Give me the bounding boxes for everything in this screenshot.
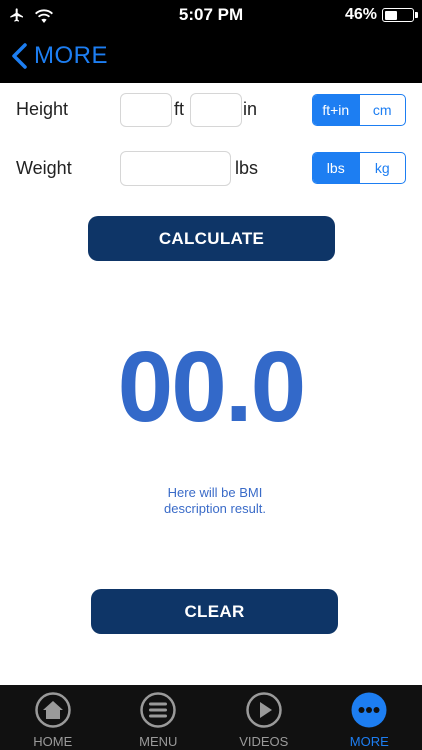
height-inches-field[interactable] — [190, 93, 242, 127]
play-icon — [246, 692, 282, 728]
bmi-description-line-2: description result. — [164, 501, 266, 516]
bmi-description: Here will be BMI description result. — [0, 485, 422, 517]
tab-home-label: HOME — [33, 734, 73, 749]
back-button[interactable]: MORE — [10, 39, 108, 73]
tab-menu[interactable]: MENU — [106, 685, 212, 750]
weight-input[interactable] — [121, 152, 230, 185]
chevron-left-icon — [12, 43, 27, 69]
home-icon — [35, 692, 71, 728]
weight-field[interactable] — [120, 151, 231, 186]
height-inches-input[interactable] — [191, 94, 241, 126]
segment-lbs[interactable]: lbs — [313, 153, 359, 183]
segment-cm[interactable]: cm — [358, 95, 406, 125]
battery-percent: 46% — [344, 6, 377, 23]
bmi-value: 00.0 — [117, 331, 307, 443]
height-feet-input[interactable] — [121, 94, 171, 126]
feet-unit-label: ft — [174, 99, 185, 119]
inches-unit-label: in — [243, 99, 258, 119]
battery-fill — [384, 10, 397, 20]
weight-unit-label: lbs — [235, 158, 259, 178]
tab-more[interactable]: MORE — [317, 685, 422, 750]
more-icon — [351, 692, 387, 728]
status-bar: 5:07 PM 46% — [0, 0, 422, 30]
segment-ft-in[interactable]: ft+in — [313, 95, 359, 125]
segment-kg[interactable]: kg — [358, 153, 406, 183]
menu-icon — [140, 692, 176, 728]
height-label: Height — [16, 99, 69, 119]
height-feet-field[interactable] — [120, 93, 172, 127]
battery-tip — [415, 12, 418, 18]
nav-bar: MORE — [0, 30, 422, 83]
battery-icon — [382, 8, 418, 22]
clear-button[interactable]: CLEAR — [91, 589, 338, 634]
status-right: 46% — [344, 5, 418, 25]
weight-label: Weight — [16, 158, 72, 178]
calculate-button[interactable]: CALCULATE — [88, 216, 335, 261]
tab-menu-label: MENU — [139, 734, 178, 749]
tab-more-label: MORE — [349, 734, 389, 749]
tab-bar: HOME MENU VIDEOS MORE — [0, 685, 422, 750]
back-label: MORE — [34, 42, 108, 69]
height-unit-toggle[interactable]: ft+in cm — [312, 94, 406, 126]
tab-videos[interactable]: VIDEOS — [211, 685, 317, 750]
bmi-description-line-1: Here will be BMI — [167, 485, 263, 500]
weight-unit-toggle[interactable]: lbs kg — [312, 152, 406, 184]
tab-videos-label: VIDEOS — [239, 734, 289, 749]
tab-home[interactable]: HOME — [0, 685, 106, 750]
